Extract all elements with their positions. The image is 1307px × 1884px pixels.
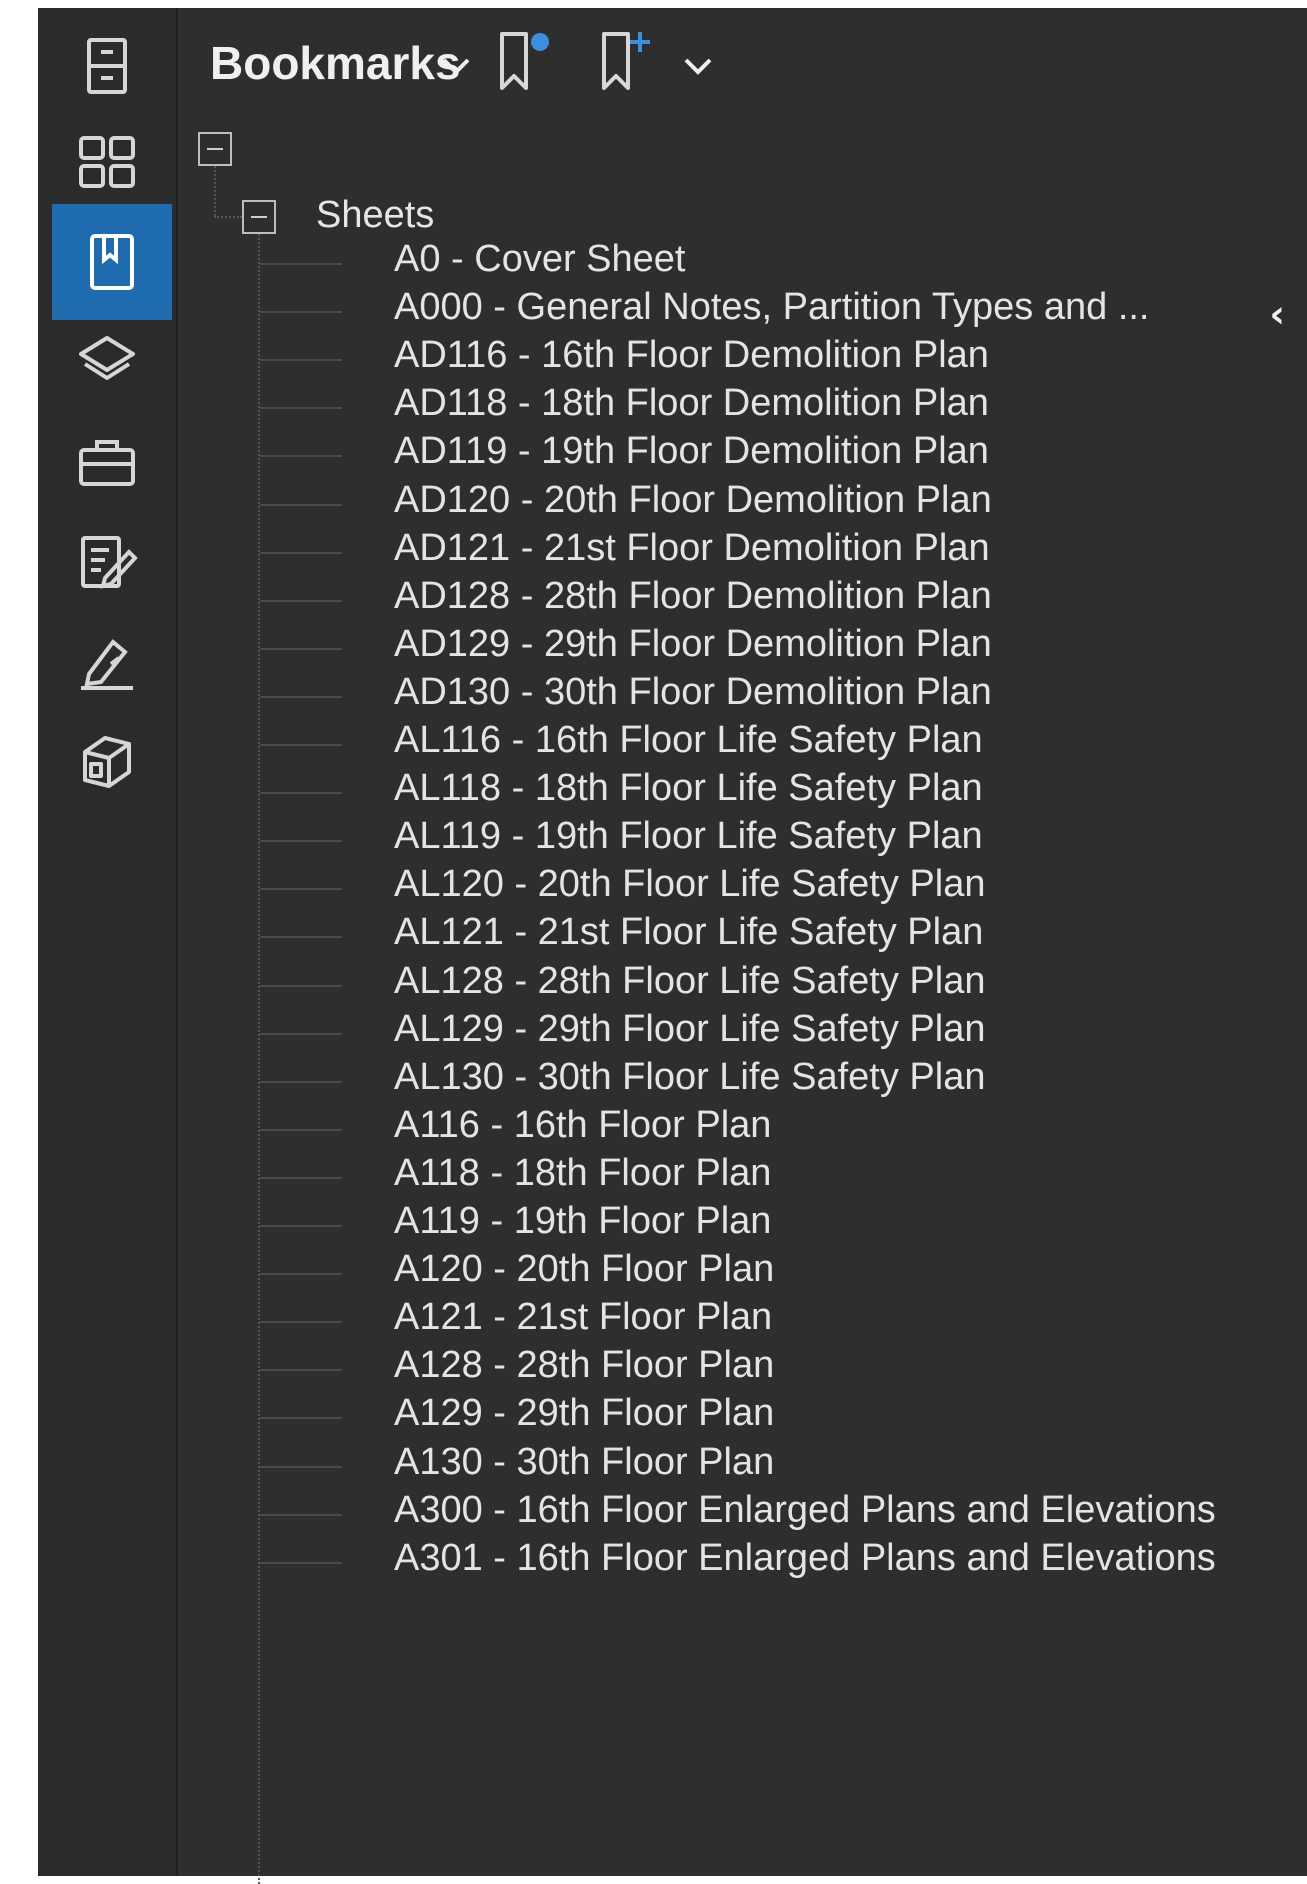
bookmark-label: A129 - 29th Floor Plan <box>394 1392 775 1435</box>
signature-icon <box>81 639 133 690</box>
bookmark-label: AL120 - 20th Floor Life Safety Plan <box>394 863 986 906</box>
bookmark-label: AL121 - 21st Floor Life Safety Plan <box>394 911 984 954</box>
bookmark-label: AD130 - 30th Floor Demolition Plan <box>394 670 992 713</box>
bookmark-label: A128 - 28th Floor Plan <box>394 1344 775 1387</box>
bookmark-label: AL128 - 28th Floor Life Safety Plan <box>394 959 986 1002</box>
bookmark-label: AD120 - 20th Floor Demolition Plan <box>394 478 992 521</box>
bookmark-label: AL119 - 19th Floor Life Safety Plan <box>394 815 983 858</box>
bookmark-label: A000 - General Notes, Partition Types an… <box>394 286 1150 329</box>
tree-connector <box>260 1561 342 1564</box>
markup-list-button[interactable] <box>50 504 164 620</box>
bookmark-label: AL129 - 29th Floor Life Safety Plan <box>394 1007 986 1050</box>
markup-list-icon <box>81 536 138 589</box>
bookmark-label: AL116 - 16th Floor Life Safety Plan <box>394 719 983 761</box>
layers-button[interactable] <box>50 304 164 420</box>
tree-connector <box>260 1225 342 1227</box>
tree-connector <box>260 888 342 891</box>
bookmarks-button[interactable] <box>52 204 172 320</box>
tree-connector <box>260 1369 342 1372</box>
tree-connector <box>260 1128 342 1131</box>
sheets-collapse-toggle[interactable] <box>242 200 276 234</box>
app-frame: Bookmarks Sheets A0 - Cover Sheet A000 -… <box>38 8 1307 1884</box>
tree-connector <box>260 840 342 843</box>
tree-connector <box>260 1080 342 1083</box>
signature-button[interactable] <box>50 604 164 720</box>
tree-connector <box>260 503 342 506</box>
tree-connector <box>260 984 342 987</box>
bookmark-icon <box>90 234 134 290</box>
bookmark-label: AD119 - 19th Floor Demolition Plan <box>394 430 989 473</box>
thumbnails-icon <box>79 136 135 188</box>
tree-connector <box>260 599 342 602</box>
tree-connector <box>260 359 342 362</box>
file-cabinet-icon <box>87 38 127 94</box>
tree-connector <box>260 1273 342 1276</box>
bookmark-label: AL118 - 18th Floor Life Safety Plan <box>394 767 983 810</box>
tree-connector <box>260 936 342 939</box>
tree-connector <box>260 744 342 746</box>
tree-connector <box>260 1417 342 1420</box>
bookmarks-panel: Bookmarks Sheets A0 - Cover Sheet A000 -… <box>178 8 1307 1884</box>
tree-connector <box>260 311 342 314</box>
root-collapse-toggle[interactable] <box>198 132 232 166</box>
3d-model-icon <box>83 736 131 788</box>
toolbox-button[interactable] <box>50 404 164 520</box>
sheets-node-label[interactable]: Sheets <box>316 194 434 237</box>
bookmark-label: AL130 - 30th Floor Life Safety Plan <box>394 1055 986 1098</box>
icon-rail <box>38 8 178 1876</box>
tree-connector <box>260 647 342 650</box>
bookmark-label: A0 - Cover Sheet <box>394 238 686 280</box>
thumbnails-button[interactable] <box>50 104 164 220</box>
bookmark-label: AD128 - 28th Floor Demolition Plan <box>394 574 992 617</box>
tree-connector <box>260 1032 342 1035</box>
tree-connector <box>260 1465 342 1468</box>
tree-connector <box>260 455 342 458</box>
tree-connector <box>260 1321 342 1324</box>
tree-connector <box>260 407 342 410</box>
tree-connector <box>260 1513 342 1516</box>
bookmark-item[interactable]: A301 - 16th Floor Enlarged Plans and Ele… <box>178 1533 1307 1591</box>
tree-connector <box>260 263 342 265</box>
bookmark-label: A116 - 16th Floor Plan <box>394 1103 772 1146</box>
bookmark-label: A301 - 16th Floor Enlarged Plans and Ele… <box>394 1536 1216 1579</box>
bookmark-tree: Sheets A0 - Cover Sheet A000 - General No… <box>178 8 1307 1884</box>
toolbox-icon <box>79 440 135 486</box>
bookmark-label: A118 - 18th Floor Plan <box>394 1151 772 1194</box>
tree-guide <box>214 216 242 218</box>
bookmark-label: AD129 - 29th Floor Demolition Plan <box>394 622 992 665</box>
tree-connector <box>260 792 342 795</box>
tree-connector <box>260 695 342 698</box>
3d-model-button[interactable] <box>50 704 164 820</box>
tree-connector <box>260 1176 342 1179</box>
bookmark-label: A300 - 16th Floor Enlarged Plans and Ele… <box>394 1488 1216 1531</box>
bookmark-label: AD121 - 21st Floor Demolition Plan <box>394 526 990 569</box>
bookmark-label: AD116 - 16th Floor Demolition Plan <box>394 334 989 377</box>
bookmark-label: A120 - 20th Floor Plan <box>394 1248 775 1291</box>
bookmark-label: A119 - 19th Floor Plan <box>394 1200 772 1242</box>
tree-guide <box>214 166 216 216</box>
bookmark-label: AD118 - 18th Floor Demolition Plan <box>394 382 989 425</box>
bookmark-label: A130 - 30th Floor Plan <box>394 1440 775 1483</box>
layers-icon <box>79 336 135 380</box>
bookmark-label: A121 - 21st Floor Plan <box>394 1296 773 1339</box>
tree-connector <box>260 551 342 554</box>
